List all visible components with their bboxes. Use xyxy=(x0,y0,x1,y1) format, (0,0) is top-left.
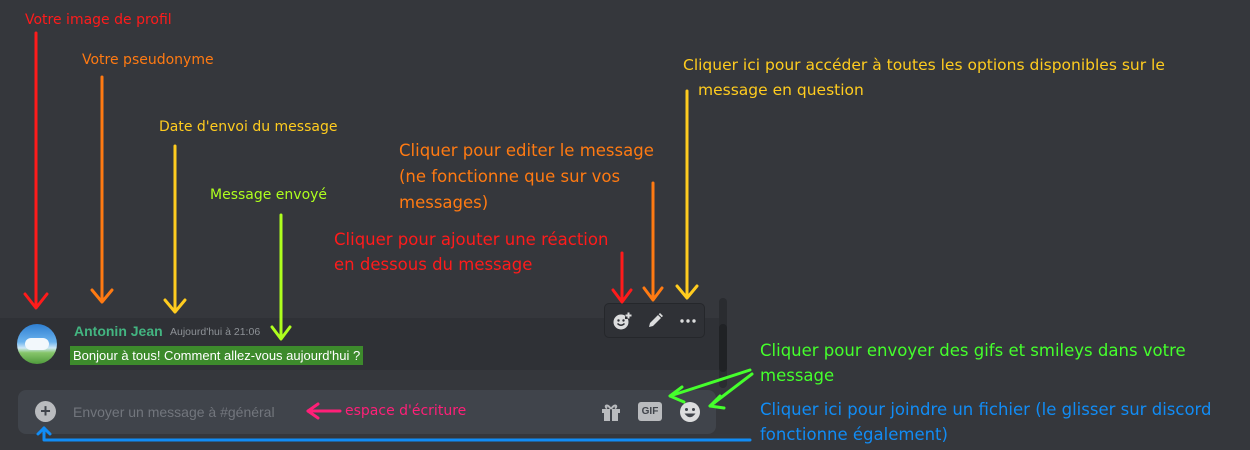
annotation-gif-2: message xyxy=(760,366,835,385)
annotation-sent: Message envoyé xyxy=(210,187,328,203)
annotation-attach-1: Cliquer ici pour joindre un fichier (le … xyxy=(760,400,1212,419)
annotation-username: Votre pseudonyme xyxy=(82,52,214,68)
annotation-avatar: Votre image de profil xyxy=(25,12,172,28)
arrow-writing xyxy=(306,402,342,420)
annotation-edit-2: (ne fonctionne que sur vos xyxy=(399,167,621,186)
arrow-edit xyxy=(642,181,664,302)
annotation-options-2: message en question xyxy=(698,81,864,99)
arrow-gif xyxy=(668,368,754,410)
annotation-options-1: Cliquer ici pour accéder à toutes les op… xyxy=(683,56,1165,74)
annotation-attach-2: fonctionne également) xyxy=(760,425,948,444)
annotation-edit-1: Cliquer pour editer le message xyxy=(399,141,654,160)
arrow-react xyxy=(611,251,633,304)
arrow-attach xyxy=(36,426,752,442)
annotation-gif-1: Cliquer pour envoyer des gifs et smileys… xyxy=(760,341,1186,360)
annotation-date: Date d'envoi du message xyxy=(159,119,338,135)
arrow-avatar xyxy=(23,31,49,310)
annotation-edit-3: messages) xyxy=(399,193,489,212)
arrow-more xyxy=(675,89,699,300)
annotation-react-2: en dessous du message xyxy=(334,255,533,274)
arrow-sent xyxy=(270,213,292,341)
arrow-date xyxy=(163,144,187,314)
annotation-writing: espace d'écriture xyxy=(345,403,467,419)
arrow-username xyxy=(90,75,114,304)
annotation-react-1: Cliquer pour ajouter une réaction xyxy=(334,230,609,249)
